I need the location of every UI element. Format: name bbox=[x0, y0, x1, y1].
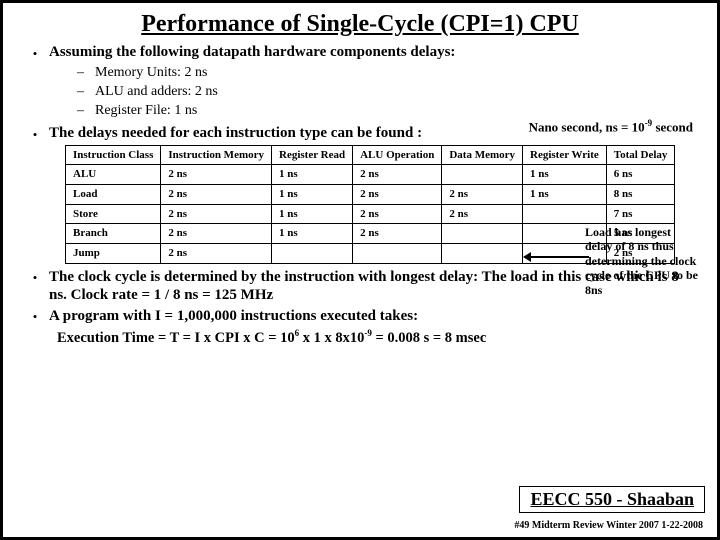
table-row: Jump2 ns2 ns bbox=[66, 243, 675, 263]
bullet-1-text: Assuming the following datapath hardware… bbox=[49, 44, 699, 61]
sub-1a: Memory Units: 2 ns bbox=[95, 64, 207, 83]
delay-table: Instruction Class Instruction Memory Reg… bbox=[65, 145, 675, 264]
bullet-icon: • bbox=[21, 125, 49, 143]
page-title: Performance of Single-Cycle (CPI=1) CPU bbox=[21, 11, 699, 38]
col-rread: Register Read bbox=[272, 145, 353, 165]
annotation: Load has longest delay of 8 ns thus dete… bbox=[585, 225, 701, 297]
table-row: Load2 ns1 ns2 ns2 ns1 ns8 ns bbox=[66, 184, 675, 204]
sub-list-1: –Memory Units: 2 ns –ALU and adders: 2 n… bbox=[77, 64, 699, 121]
col-alu: ALU Operation bbox=[353, 145, 442, 165]
bullet-1: • Assuming the following datapath hardwa… bbox=[21, 44, 699, 62]
col-dmem: Data Memory bbox=[442, 145, 523, 165]
col-class: Instruction Class bbox=[66, 145, 161, 165]
col-total: Total Delay bbox=[606, 145, 675, 165]
table-row: ALU2 ns1 ns2 ns1 ns6 ns bbox=[66, 165, 675, 185]
footer-course-box: EECC 550 - Shaaban bbox=[519, 486, 705, 513]
sub-1b: ALU and adders: 2 ns bbox=[95, 83, 218, 102]
bullet-4: • A program with I = 1,000,000 instructi… bbox=[21, 307, 699, 326]
bullet-icon: • bbox=[21, 268, 49, 286]
footer-slide-info: #49 Midterm Review Winter 2007 1-22-2008 bbox=[514, 520, 703, 531]
col-imem: Instruction Memory bbox=[161, 145, 272, 165]
table-row: Branch2 ns1 ns2 ns5 ns bbox=[66, 224, 675, 244]
nano-note: Nano second, ns = 10-9 second bbox=[529, 118, 693, 135]
bullet-4-text: A program with I = 1,000,000 instruction… bbox=[49, 307, 699, 326]
bullet-icon: • bbox=[21, 307, 49, 325]
execution-time-line: Execution Time = T = I x CPI x C = 106 x… bbox=[57, 328, 699, 347]
arrow-icon bbox=[529, 256, 589, 258]
col-rwrite: Register Write bbox=[523, 145, 607, 165]
table-row: Store2 ns1 ns2 ns2 ns7 ns bbox=[66, 204, 675, 224]
bullet-icon: • bbox=[21, 44, 49, 62]
table-header-row: Instruction Class Instruction Memory Reg… bbox=[66, 145, 675, 165]
sub-1c: Register File: 1 ns bbox=[95, 102, 197, 121]
